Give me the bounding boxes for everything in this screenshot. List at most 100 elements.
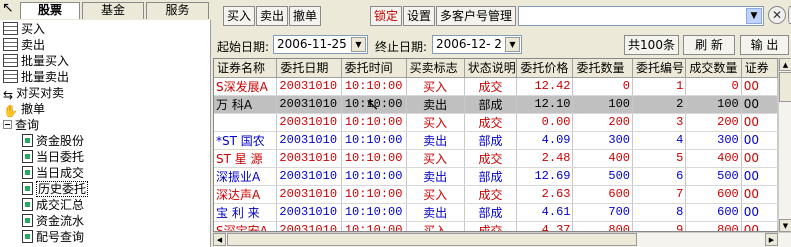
tree-item-cancel-order[interactable]: ✋ 撤单 — [3, 101, 45, 118]
scroll-down-icon[interactable]: ▼ — [779, 219, 791, 232]
scroll-left-icon[interactable]: ◀ — [213, 233, 226, 246]
scroll-right-icon[interactable]: ▶ — [765, 233, 778, 246]
tree-item-label: 当日成交 — [36, 166, 85, 180]
price-cell: 2.63 — [516, 185, 574, 204]
quantity-cell: 700 — [572, 203, 633, 222]
tree-item-batch-buy[interactable]: 批量买入 — [3, 53, 69, 69]
deal-quantity-cell: 0 — [685, 77, 742, 96]
grid-icon — [3, 22, 18, 35]
tree-item-cross-trade[interactable]: ⇆ 对买对卖 — [3, 85, 64, 102]
table-row[interactable]: 万 科A 20031010 10:10:00 卖出 部成 12.10 100 2 100 00 — [214, 95, 778, 114]
mouse-cursor-icon: ↖ — [366, 95, 380, 114]
tree-item-label: 买入 — [21, 22, 46, 36]
column-header[interactable]: 委托时间 — [341, 59, 407, 78]
tab-services[interactable]: 服务 — [146, 2, 209, 19]
table-row[interactable]: *ST 国农 20031010 10:10:00 卖出 部成 4.09 300 4 300 00 — [214, 131, 778, 150]
hand-icon: ✋ — [3, 104, 18, 118]
tree-item-label: 撤单 — [20, 102, 45, 116]
order-time-cell: 10:10:00 — [341, 113, 407, 132]
end-date-picker[interactable]: 2006-12- 2 ▼ — [432, 35, 522, 54]
lock-button[interactable]: 锁定 — [370, 6, 403, 26]
mouse-cursor-icon: ↖ — [2, 0, 14, 16]
chevron-down-icon[interactable]: ▼ — [505, 37, 520, 52]
order-number-cell: 5 — [632, 149, 687, 168]
table-row[interactable]: S深发展A 20031010 10:10:00 买入 成交 12.42 0 1 0 00 — [214, 77, 778, 96]
document-icon — [22, 198, 33, 211]
date-filter-row: 起始日期: 2006-11-25 ▼ 终止日期: 2006-12- 2 ▼ 共1… — [213, 30, 791, 56]
tree-item-deal-summary[interactable]: 成交汇总 — [22, 197, 84, 213]
order-time-cell: 10:10:00 — [341, 167, 407, 186]
grid-icon — [3, 70, 18, 83]
order-number-cell: 6 — [632, 167, 687, 186]
tree-item-history-orders[interactable]: 历史委托 — [22, 181, 89, 197]
column-header[interactable]: 买卖标志 — [406, 59, 465, 78]
security-code-cell: 00 — [741, 77, 778, 96]
document-icon — [22, 150, 33, 163]
table-row[interactable]: 深振业A 20031010 10:10:00 卖出 部成 12.69 500 6 500 00 — [214, 167, 778, 186]
cancel-order-button[interactable]: 撤单 — [289, 6, 322, 26]
multi-account-button[interactable]: 多客户号管理 — [436, 6, 517, 26]
tree-item-query[interactable]: 查询 — [3, 117, 39, 133]
start-date-picker[interactable]: 2006-11-25 ▼ — [273, 35, 368, 54]
column-header[interactable]: 委托编号 — [632, 59, 687, 78]
collapse-minus-icon[interactable] — [3, 120, 12, 129]
column-header[interactable]: 成交数量 — [685, 59, 742, 78]
order-number-cell: 1 — [632, 77, 687, 96]
tree-item-allotment-query[interactable]: 配号查询 — [22, 229, 84, 245]
vertical-scrollbar[interactable]: ▲ ▼ — [778, 58, 791, 232]
quantity-cell: 400 — [572, 149, 633, 168]
column-header[interactable]: 委托日期 — [276, 59, 342, 78]
tree-item-funds-shares[interactable]: 资金股份 — [22, 133, 84, 149]
table-row[interactable]: ST 星 源 20031010 10:10:00 买入 成交 2.48 400 5 400 00 — [214, 149, 778, 168]
tree-item-buy[interactable]: 买入 — [3, 21, 45, 37]
price-cell: 0.00 — [516, 113, 574, 132]
tab-funds[interactable]: 基金 — [82, 2, 144, 19]
record-count: 共100条 — [624, 35, 679, 55]
refresh-button[interactable]: 刷 新 — [683, 35, 735, 55]
price-cell: 12.10 — [516, 95, 574, 114]
tree-item-sell[interactable]: 卖出 — [3, 37, 45, 53]
tab-stocks[interactable]: 股票 — [20, 2, 80, 19]
export-button[interactable]: 输 出 — [740, 35, 789, 55]
scroll-thumb[interactable] — [227, 233, 637, 246]
security-name-cell: 万 科A — [214, 95, 278, 114]
tree-item-today-orders[interactable]: 当日委托 — [22, 149, 84, 165]
tree-item-label: 查询 — [15, 118, 40, 132]
tree-item-label: 卖出 — [21, 38, 46, 52]
side-cell: 卖出 — [406, 95, 465, 114]
close-icon[interactable]: ✕ — [768, 6, 786, 24]
security-code-cell: 00 — [741, 95, 778, 114]
column-header[interactable]: 状态说明 — [464, 59, 518, 78]
account-select[interactable]: ▼ — [518, 6, 764, 26]
column-header[interactable]: 证券名称 — [214, 59, 278, 78]
horizontal-scrollbar[interactable]: ◀ ▶ — [213, 232, 791, 247]
table-row[interactable]: 宝 利 来 20031010 10:10:00 卖出 部成 4.61 700 8 600 00 — [214, 203, 778, 222]
tree-item-cash-flow[interactable]: 资金流水 — [22, 213, 84, 229]
security-code-cell: 00 — [741, 131, 778, 150]
tree-item-batch-sell[interactable]: 批量卖出 — [3, 69, 69, 85]
scroll-thumb[interactable] — [779, 72, 791, 102]
tree-item-label: 成交汇总 — [36, 198, 85, 212]
order-date-cell: 20031010 — [276, 113, 342, 132]
table-row[interactable]: 深达声A 20031010 10:10:00 买入 成交 2.63 600 7 600 00 — [214, 185, 778, 204]
tree-item-today-deals[interactable]: 当日成交 — [22, 165, 84, 181]
history-orders-table: 证券名称 委托日期 委托时间 买卖标志 状态说明 委托价格 委托数量 委托编号 … — [213, 58, 779, 232]
order-date-cell: 20031010 — [276, 221, 342, 231]
status-cell: 成交 — [464, 113, 518, 132]
status-cell: 成交 — [464, 149, 518, 168]
deal-quantity-cell: 300 — [685, 131, 742, 150]
chevron-down-icon[interactable]: ▼ — [746, 8, 762, 24]
tree-item-label: 批量卖出 — [21, 70, 70, 84]
column-header[interactable]: 委托价格 — [516, 59, 574, 78]
column-header[interactable]: 委托数量 — [572, 59, 633, 78]
chevron-down-icon[interactable]: ▼ — [351, 37, 366, 52]
grid-icon — [3, 54, 18, 67]
sell-button[interactable]: 卖出 — [256, 6, 289, 26]
settings-button[interactable]: 设置 — [403, 6, 436, 26]
quantity-cell: 600 — [572, 185, 633, 204]
table-row[interactable]: 20031010 10:10:00 买入 成交 0.00 200 3 200 00 — [214, 113, 778, 132]
table-row[interactable]: S深宝安A 20031010 10:10:00 买入 成交 4.37 800 9 800 00 — [214, 221, 778, 231]
scroll-up-icon[interactable]: ▲ — [779, 58, 791, 71]
column-header[interactable]: 证券 — [741, 59, 778, 78]
buy-button[interactable]: 买入 — [223, 6, 256, 26]
